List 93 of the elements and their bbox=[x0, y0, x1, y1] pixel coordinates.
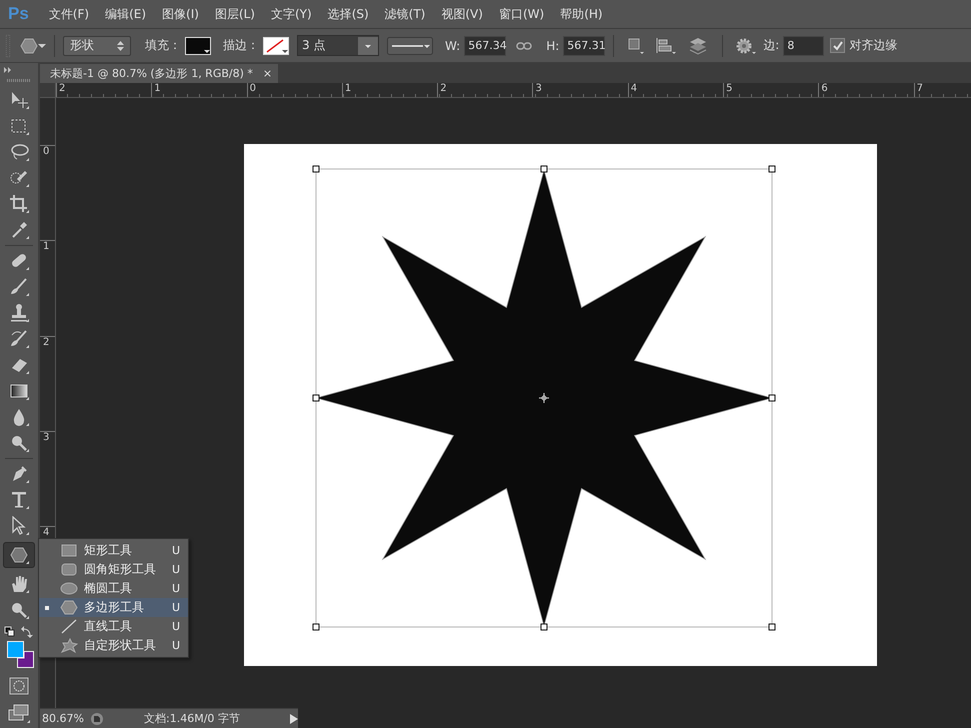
width-field[interactable]: 567.34 bbox=[464, 36, 506, 56]
ruler-label: 2 bbox=[40, 336, 55, 431]
document-title: 未标题-1 @ 80.7% (多边形 1, RGB/8) * bbox=[50, 66, 253, 81]
mode-dropdown[interactable]: 形状 bbox=[63, 36, 131, 56]
zoom-level[interactable]: 80.67% bbox=[40, 712, 90, 725]
flyout-item[interactable]: 多边形工具 U bbox=[39, 598, 188, 617]
menu-item[interactable]: 帮助(H) bbox=[552, 6, 611, 22]
transform-handle[interactable] bbox=[312, 394, 320, 402]
magnifier-icon[interactable] bbox=[9, 433, 29, 453]
move-icon[interactable] bbox=[9, 90, 29, 110]
rectangle-icon[interactable] bbox=[60, 543, 78, 558]
transform-handle[interactable] bbox=[540, 624, 548, 630]
menu-item[interactable]: 编辑(E) bbox=[97, 6, 154, 22]
settings-icon[interactable] bbox=[735, 36, 758, 54]
type-icon[interactable] bbox=[9, 490, 29, 510]
line-style-dropdown[interactable] bbox=[387, 36, 433, 54]
shortcut-key: U bbox=[172, 601, 180, 614]
align-edges-label: 对齐边缘 bbox=[849, 37, 898, 54]
menu-item[interactable]: 文字(Y) bbox=[262, 6, 320, 22]
transform-handle[interactable] bbox=[768, 624, 776, 630]
sides-label: 边: bbox=[763, 37, 780, 54]
grip-icon[interactable] bbox=[6, 34, 10, 56]
shortcut-key: U bbox=[172, 582, 180, 595]
current-tool-marker bbox=[45, 606, 49, 610]
tool-name: 多边形工具 bbox=[84, 599, 145, 616]
document-tab[interactable]: 未标题-1 @ 80.7% (多边形 1, RGB/8) * × bbox=[40, 64, 278, 83]
grip-icon[interactable] bbox=[7, 79, 31, 82]
document-size: 文档:1.46M/0 字节 bbox=[144, 711, 241, 726]
align-icon[interactable] bbox=[656, 36, 676, 54]
ruler-label: 3 bbox=[40, 430, 55, 526]
crop-icon[interactable] bbox=[9, 194, 29, 214]
stroke-label: 描边： bbox=[223, 37, 259, 54]
transform-handle[interactable] bbox=[768, 166, 776, 172]
transform-handle[interactable] bbox=[312, 624, 320, 630]
layers-icon[interactable] bbox=[688, 36, 708, 54]
caret-icon[interactable] bbox=[38, 42, 46, 48]
quick-mask-icon[interactable] bbox=[9, 677, 29, 695]
transform-handle[interactable] bbox=[540, 166, 548, 172]
lasso-icon[interactable] bbox=[9, 142, 29, 162]
square-icon[interactable] bbox=[628, 36, 644, 54]
search-icon[interactable] bbox=[9, 600, 29, 620]
menu-item[interactable]: 视图(V) bbox=[433, 6, 491, 22]
ruler-label: 1 bbox=[40, 240, 55, 336]
stroke-width-dropdown[interactable]: 3 点 bbox=[297, 35, 379, 56]
shortcut-key: U bbox=[172, 639, 180, 652]
tool-name: 圆角矩形工具 bbox=[84, 561, 157, 578]
stroke-swatch[interactable] bbox=[263, 36, 289, 54]
ellipse-icon[interactable] bbox=[60, 581, 78, 596]
document-info-icon[interactable] bbox=[90, 712, 104, 726]
shortcut-key: U bbox=[172, 544, 180, 557]
sides-field[interactable]: 8 bbox=[783, 36, 824, 56]
hexagon-icon[interactable] bbox=[20, 38, 38, 54]
rounded-rectangle-icon[interactable] bbox=[60, 562, 78, 577]
width-label: W: bbox=[445, 38, 460, 52]
caret-icon[interactable] bbox=[358, 36, 378, 54]
menu-item[interactable]: 窗口(W) bbox=[490, 6, 552, 22]
app-logo: Ps bbox=[8, 4, 29, 24]
align-edges-checkbox[interactable] bbox=[830, 38, 846, 53]
menu-item[interactable]: 图层(L) bbox=[206, 6, 263, 22]
ruler-label: 0 bbox=[40, 145, 55, 240]
line-icon[interactable] bbox=[60, 619, 78, 634]
fill-swatch[interactable] bbox=[185, 36, 211, 54]
transform-handle[interactable] bbox=[768, 394, 776, 402]
foreground-color-swatch[interactable] bbox=[7, 641, 24, 658]
height-label: H: bbox=[546, 38, 560, 52]
link-icon[interactable] bbox=[516, 40, 532, 50]
brush-icon[interactable] bbox=[9, 277, 29, 297]
fill-label: 填充： bbox=[145, 37, 181, 54]
history-brush-icon[interactable] bbox=[9, 329, 29, 349]
shortcut-key: U bbox=[172, 563, 180, 576]
collapse-icon[interactable] bbox=[4, 67, 12, 73]
shortcut-key: U bbox=[172, 620, 180, 633]
menu-item[interactable]: 图像(I) bbox=[154, 6, 207, 22]
menu-item[interactable]: 选择(S) bbox=[320, 6, 377, 22]
close-button[interactable]: × bbox=[262, 67, 272, 80]
tool-name: 矩形工具 bbox=[84, 542, 133, 559]
flyout-item[interactable]: 自定形状工具 U bbox=[39, 636, 188, 655]
stamp-icon[interactable] bbox=[9, 303, 29, 323]
tool-name: 自定形状工具 bbox=[84, 637, 157, 654]
quick-select-icon[interactable] bbox=[9, 168, 29, 188]
tool-name: 直线工具 bbox=[84, 618, 133, 635]
hexagon-icon[interactable] bbox=[60, 600, 78, 615]
menu-item[interactable]: 文件(F) bbox=[40, 6, 98, 22]
menu-item[interactable]: 滤镜(T) bbox=[376, 6, 434, 22]
updown-icon[interactable] bbox=[117, 40, 124, 50]
center-point-icon bbox=[538, 392, 550, 404]
transform-handle[interactable] bbox=[312, 166, 320, 172]
height-field[interactable]: 567.31 bbox=[563, 36, 606, 56]
swap-colors-icon[interactable] bbox=[4, 626, 34, 638]
hand-icon[interactable] bbox=[9, 574, 29, 594]
tool-name: 椭圆工具 bbox=[84, 580, 133, 597]
screen-mode-icon[interactable] bbox=[8, 704, 30, 724]
play-icon[interactable] bbox=[290, 714, 298, 724]
